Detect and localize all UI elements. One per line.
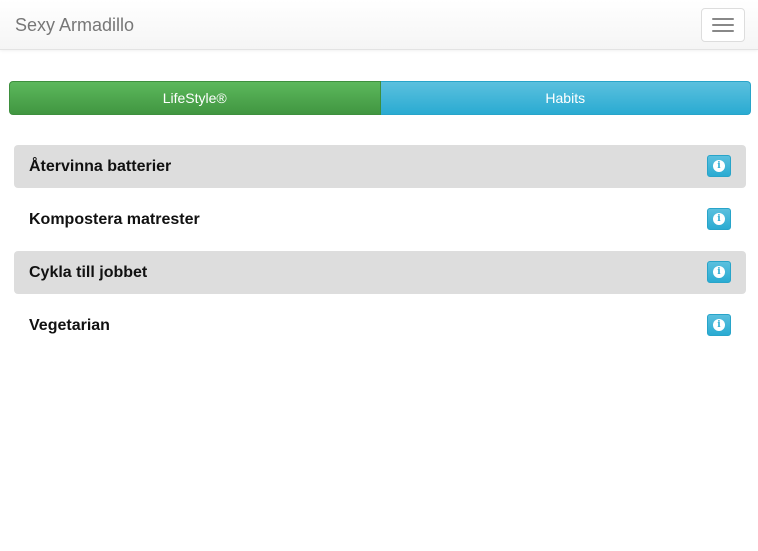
tab-lifestyle[interactable]: LifeStyle®	[9, 81, 381, 115]
info-button[interactable]: i	[707, 261, 731, 283]
hamburger-menu-icon	[712, 24, 734, 26]
navbar: Sexy Armadillo	[0, 0, 758, 50]
list-item[interactable]: Återvinna batterier i	[14, 145, 746, 188]
tab-group: LifeStyle® Habits	[9, 81, 751, 115]
list-item[interactable]: Vegetarian i	[14, 304, 746, 347]
list-item[interactable]: Cykla till jobbet i	[14, 251, 746, 294]
tab-habits[interactable]: Habits	[380, 81, 751, 115]
hamburger-menu-icon	[712, 30, 734, 32]
brand-title[interactable]: Sexy Armadillo	[15, 14, 134, 36]
list-item-label: Vegetarian	[29, 317, 110, 334]
list-item[interactable]: Kompostera matrester i	[14, 198, 746, 241]
info-icon: i	[713, 213, 725, 225]
navbar-toggle-button[interactable]	[701, 8, 745, 42]
list-item-label: Kompostera matrester	[29, 211, 200, 228]
hamburger-menu-icon	[712, 18, 734, 20]
info-button[interactable]: i	[707, 314, 731, 336]
info-button[interactable]: i	[707, 155, 731, 177]
info-icon: i	[713, 160, 725, 172]
info-icon: i	[713, 266, 725, 278]
list-item-label: Cykla till jobbet	[29, 264, 148, 281]
info-button[interactable]: i	[707, 208, 731, 230]
list-item-label: Återvinna batterier	[29, 158, 172, 175]
habit-list: Återvinna batterier i Kompostera matrest…	[14, 145, 746, 357]
info-icon: i	[713, 319, 725, 331]
